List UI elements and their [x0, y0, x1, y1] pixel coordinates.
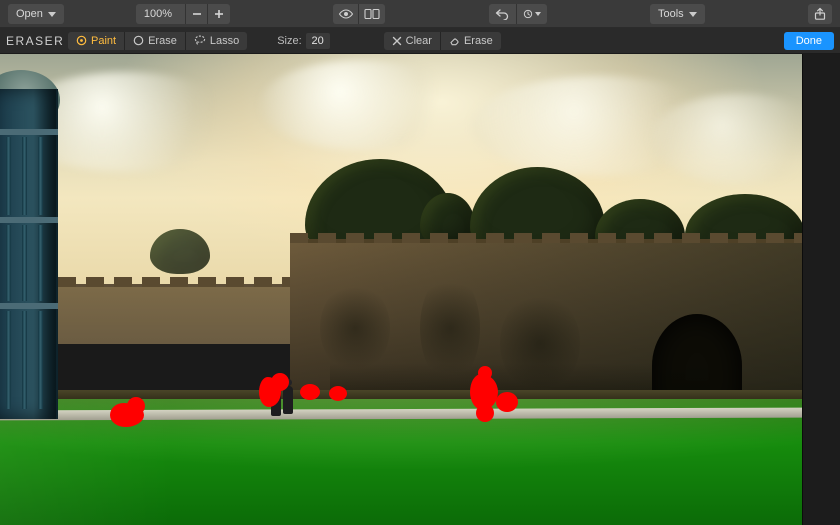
image-canvas[interactable]	[0, 54, 802, 525]
eraser-icon	[133, 35, 144, 46]
zoom-out-button[interactable]	[186, 4, 208, 24]
eraser-mark	[496, 392, 518, 412]
history-icon	[523, 8, 533, 20]
tools-label: Tools	[658, 8, 684, 20]
eye-icon	[338, 9, 354, 19]
eraser-mark	[127, 397, 145, 415]
split-compare-icon	[364, 8, 380, 20]
history-controls	[489, 4, 547, 24]
open-dropdown[interactable]: Open	[8, 4, 64, 24]
zoom-level-dropdown[interactable]: 100%	[136, 4, 186, 24]
chevron-down-icon	[535, 12, 541, 16]
open-label: Open	[16, 8, 43, 20]
chevron-down-icon	[48, 12, 56, 17]
eraser-options-bar: ERASER Paint Erase Lasso Size: 20 Clear …	[0, 28, 840, 54]
done-label: Done	[796, 35, 822, 47]
tool-name-label: ERASER	[6, 34, 62, 48]
canvas-area	[0, 54, 840, 525]
eraser-mark	[271, 373, 289, 391]
size-value-field[interactable]: 20	[306, 33, 330, 49]
erase-button[interactable]: Erase	[441, 32, 501, 50]
size-label: Size:	[277, 35, 301, 47]
photo-content	[0, 54, 802, 525]
mode-paint-button[interactable]: Paint	[68, 32, 125, 50]
chevron-down-icon	[689, 12, 697, 17]
top-toolbar: Open 100% Tools	[0, 0, 840, 28]
apply-erase-icon	[449, 35, 460, 46]
eraser-mark	[300, 384, 320, 400]
mode-group: Paint Erase Lasso	[68, 32, 247, 50]
mode-paint-label: Paint	[91, 35, 116, 47]
clear-label: Clear	[406, 35, 432, 47]
clear-button[interactable]: Clear	[384, 32, 441, 50]
undo-icon	[495, 8, 509, 20]
history-dropdown[interactable]	[517, 4, 547, 24]
mode-lasso-button[interactable]: Lasso	[186, 32, 247, 50]
share-button[interactable]	[808, 4, 832, 24]
mode-lasso-label: Lasso	[210, 35, 239, 47]
eraser-mark	[329, 386, 347, 401]
brush-size-control: Size: 20	[277, 33, 329, 49]
mode-erase-button[interactable]: Erase	[125, 32, 186, 50]
zoom-in-button[interactable]	[208, 4, 230, 24]
zoom-controls: 100%	[136, 4, 230, 24]
preview-toggle-group	[333, 4, 385, 24]
plus-icon	[213, 8, 225, 20]
share-icon	[813, 7, 827, 21]
undo-button[interactable]	[489, 4, 517, 24]
done-button[interactable]: Done	[784, 32, 834, 50]
preview-original-button[interactable]	[333, 4, 359, 24]
clear-x-icon	[392, 36, 402, 46]
paint-target-icon	[76, 35, 87, 46]
side-panel-collapsed	[802, 54, 840, 525]
mode-erase-label: Erase	[148, 35, 177, 47]
tools-dropdown[interactable]: Tools	[650, 4, 705, 24]
minus-icon	[191, 8, 203, 20]
action-group: Clear Erase	[384, 32, 501, 50]
lasso-icon	[194, 35, 206, 46]
split-preview-button[interactable]	[359, 4, 385, 24]
apply-erase-label: Erase	[464, 35, 493, 47]
eraser-mark	[476, 404, 494, 422]
zoom-level-label: 100%	[144, 8, 172, 20]
